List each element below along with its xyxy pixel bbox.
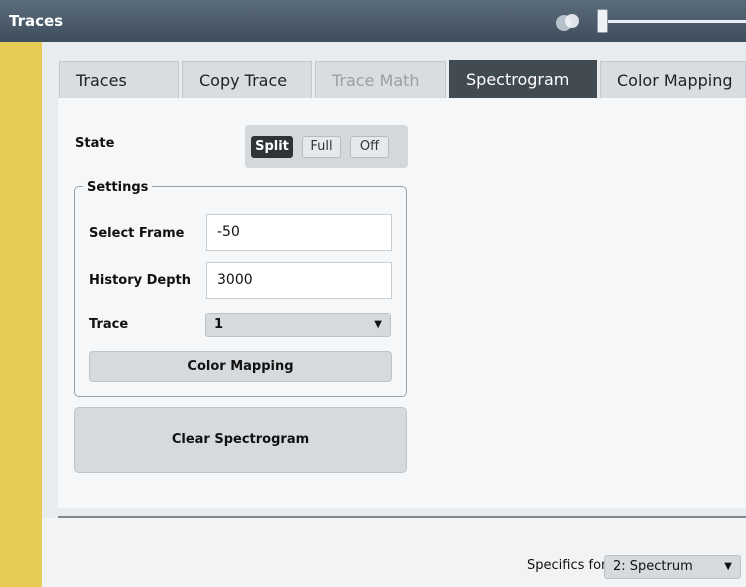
state-off-button[interactable]: Off: [350, 136, 389, 158]
tab-label: Trace Math: [332, 71, 420, 90]
color-mapping-button[interactable]: Color Mapping: [89, 351, 392, 382]
history-depth-label: History Depth: [89, 273, 192, 288]
tab-copy-trace[interactable]: Copy Trace: [182, 61, 312, 98]
trace-select[interactable]: 1 ▼: [205, 313, 391, 337]
select-frame-label: Select Frame: [89, 226, 185, 241]
state-split-button[interactable]: Split: [251, 136, 293, 158]
tab-traces[interactable]: Traces: [59, 61, 179, 98]
tab-label: Traces: [76, 71, 127, 90]
transparency-slider-thumb[interactable]: [597, 9, 608, 33]
tab-label: Spectrogram: [466, 70, 570, 89]
tab-label: Copy Trace: [199, 71, 288, 90]
trace-label: Trace: [89, 317, 129, 332]
history-depth-input[interactable]: 3000: [206, 262, 392, 299]
tab-label: Color Mapping: [617, 71, 733, 90]
bubbles-icon[interactable]: [553, 11, 583, 33]
specifics-select-value: 2: Spectrum: [613, 559, 693, 574]
tab-color-mapping[interactable]: Color Mapping: [600, 61, 746, 98]
specifics-for-label: Specifics for: [527, 558, 607, 573]
title-bar: Traces: [0, 0, 746, 42]
chevron-down-icon: ▼: [724, 561, 732, 572]
tab-spectrogram[interactable]: Spectrogram: [449, 60, 597, 98]
chevron-down-icon: ▼: [374, 319, 382, 330]
select-frame-input[interactable]: -50: [206, 214, 392, 251]
window-title: Traces: [9, 12, 64, 30]
trace-select-value: 1: [214, 317, 224, 332]
state-full-button[interactable]: Full: [302, 136, 341, 158]
transparency-slider-track[interactable]: [607, 20, 746, 23]
specifics-select[interactable]: 2: Spectrum ▼: [604, 555, 741, 579]
accent-strip: [0, 42, 42, 587]
settings-legend: Settings: [83, 180, 153, 195]
clear-spectrogram-button[interactable]: Clear Spectrogram: [74, 407, 407, 473]
state-label: State: [75, 136, 115, 151]
tab-trace-math[interactable]: Trace Math: [315, 61, 446, 98]
